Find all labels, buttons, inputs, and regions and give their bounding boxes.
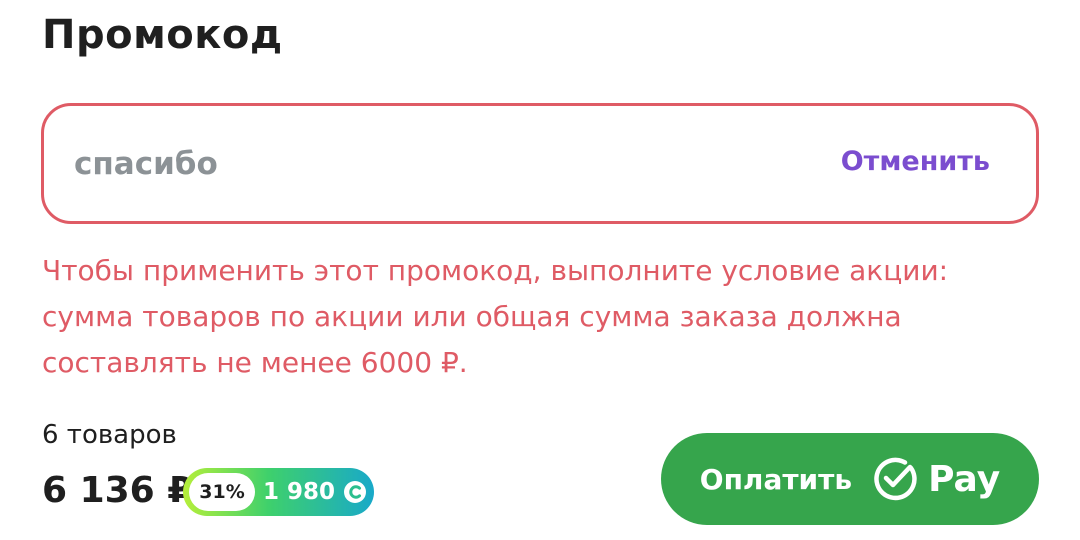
sber-check-icon <box>872 456 918 502</box>
cancel-promo-button[interactable]: Отменить <box>841 146 990 177</box>
pay-brand: Pay <box>928 458 1001 500</box>
pay-button-label: Оплатить <box>699 462 853 496</box>
bonus-amount: 1 980 <box>263 479 336 505</box>
promo-error-message: Чтобы применить этот промокод, выполните… <box>42 254 949 379</box>
bonus-badge: 31% 1 980 <box>183 468 374 516</box>
promo-code-input[interactable] <box>74 136 574 192</box>
pay-button[interactable]: Оплатить Pay <box>661 433 1039 525</box>
promo-section-title: Промокод <box>42 12 283 58</box>
items-count: 6 товаров <box>42 420 177 450</box>
bonus-percent: 31% <box>189 473 255 511</box>
checkout-promo-panel: Промокод Отменить Чтобы применить этот п… <box>0 0 1080 540</box>
order-total: 6 136 ₽ <box>42 470 193 511</box>
promo-code-field: Отменить <box>41 103 1039 224</box>
sber-spasibo-icon <box>343 480 367 504</box>
